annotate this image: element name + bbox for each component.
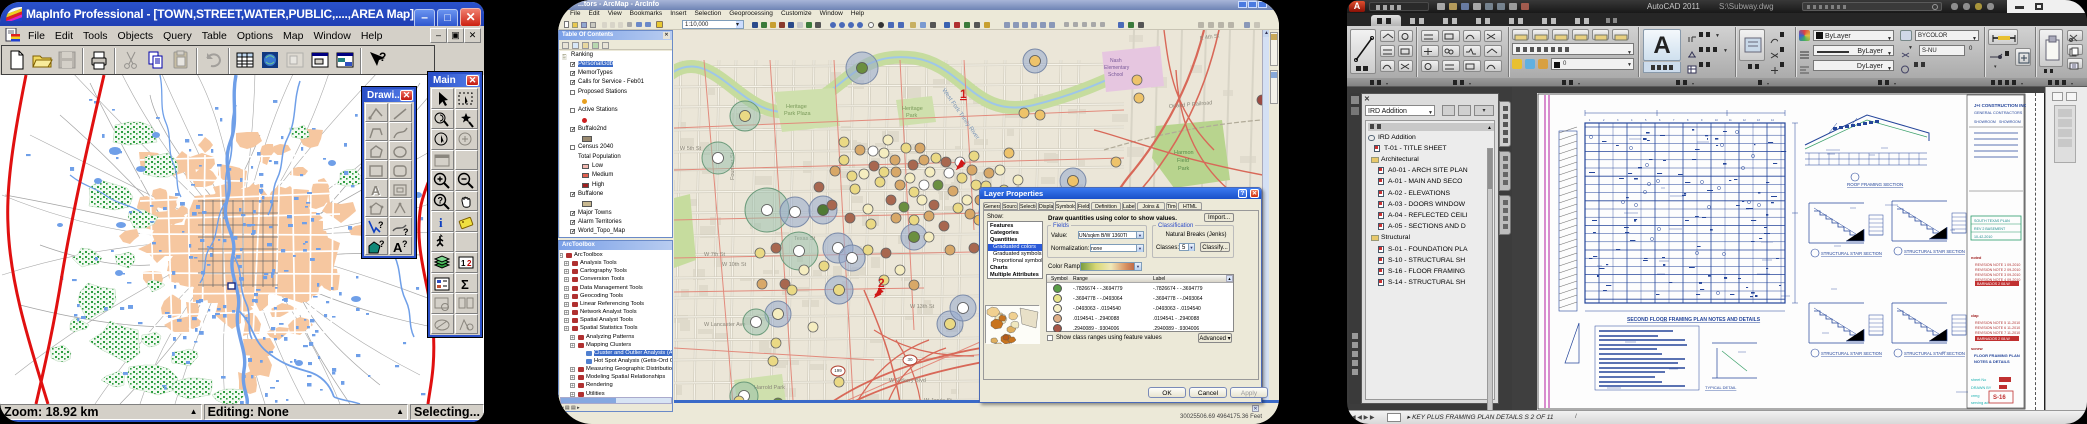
svg-text:noted: noted: [1971, 256, 1982, 260]
svg-text:10-42-2010: 10-42-2010: [1974, 235, 1992, 239]
svg-text:W 7th St: W 7th St: [704, 252, 726, 258]
svg-text:i: i: [439, 215, 443, 230]
svg-text:SHOWROOM: SHOWROOM: [1999, 120, 2021, 124]
svg-text:W 13th St: W 13th St: [910, 304, 935, 310]
svg-text:REVISION NOTE 7 11-2010: REVISION NOTE 7 11-2010: [1975, 331, 2020, 335]
svg-text:REVISION NOTE 3 09-2010: REVISION NOTE 3 09-2010: [1975, 273, 2020, 277]
svg-text:REV 2 BASEMENT: REV 2 BASEMENT: [1974, 227, 2006, 231]
svg-text:SHOWROOM: SHOWROOM: [1974, 120, 1996, 124]
svg-text:FLOOR FRAMING PLAN: FLOOR FRAMING PLAN: [1974, 353, 2020, 358]
svg-text:?: ?: [378, 220, 384, 230]
svg-text:Nash: Nash: [1110, 58, 1122, 64]
svg-text:2: 2: [467, 259, 472, 268]
svg-text:SECOND FLOOR FRAMING PLAN NOTE: SECOND FLOOR FRAMING PLAN NOTES AND DETA…: [1627, 317, 1761, 323]
svg-text:DRAWN BY: DRAWN BY: [1971, 386, 1992, 390]
svg-text:Σ: Σ: [461, 277, 469, 292]
svg-text:Harmon: Harmon: [1174, 150, 1194, 156]
svg-text:STRUCTURAL STAIR SECTION: STRUCTURAL STAIR SECTION: [1821, 351, 1882, 356]
svg-text:BARNADOS 2 08-W: BARNADOS 2 08-W: [1977, 337, 2010, 341]
svg-text:scnew: scnew: [1971, 347, 1983, 351]
svg-text:W 10th St: W 10th St: [722, 262, 747, 268]
svg-text:?: ?: [379, 50, 386, 64]
svg-text:STRUCTURAL STAIR SECTION: STRUCTURAL STAIR SECTION: [1904, 249, 1965, 254]
svg-text:Harrold Park: Harrold Park: [754, 385, 785, 391]
svg-text:Field: Field: [1177, 158, 1189, 164]
svg-text:TYPICAL DETAIL: TYPICAL DETAIL: [1705, 385, 1737, 390]
svg-text:W Vickery Blvd: W Vickery Blvd: [889, 378, 926, 384]
svg-text:?: ?: [438, 195, 444, 205]
svg-text:sheet No: sheet No: [1971, 378, 1986, 382]
svg-text:ROOF FRAMING SECTION: ROOF FRAMING SECTION: [1847, 182, 1903, 187]
svg-text:199: 199: [834, 368, 842, 373]
svg-text:REVISION NOTE 2 09-2010: REVISION NOTE 2 09-2010: [1975, 268, 2020, 272]
svg-text:GENERAL CONTRACTORS: GENERAL CONTRACTORS: [1974, 111, 2023, 115]
svg-text:STRUCTURAL STAIR SECTION: STRUCTURAL STAIR SECTION: [1821, 251, 1882, 256]
svg-text:crmg: crmg: [1971, 394, 1979, 398]
svg-text:SOUTH TEXAS PLAN: SOUTH TEXAS PLAN: [1974, 219, 2010, 223]
svg-text:Park: Park: [906, 113, 918, 119]
svg-text:J+I CONSTRUCTION INC: J+I CONSTRUCTION INC: [1974, 103, 2026, 108]
svg-text:REVISION NOTE 1 09-2010: REVISION NOTE 1 09-2010: [1975, 263, 2020, 267]
svg-text:Heritage: Heritage: [902, 106, 923, 112]
svg-text:30: 30: [907, 357, 913, 362]
svg-text:?: ?: [379, 239, 385, 249]
svg-text:Elementary: Elementary: [1104, 65, 1130, 71]
svg-text:1: 1: [960, 87, 967, 101]
svg-text:clap: clap: [1971, 314, 1979, 318]
svg-text:W 5th St: W 5th St: [680, 146, 702, 152]
svg-text:STRUCTURAL STAIR SECTION: STRUCTURAL STAIR SECTION: [1904, 351, 1965, 356]
svg-text:W Lancaster Ave: W Lancaster Ave: [704, 322, 745, 328]
svg-text:serving ad: serving ad: [1971, 401, 1989, 405]
svg-text:NOTES & DETAILS: NOTES & DETAILS: [1974, 359, 2010, 364]
svg-text:REVISION NOTE 6 11-2010: REVISION NOTE 6 11-2010: [1975, 326, 2020, 330]
svg-text:BARNADOS 2 08-W: BARNADOS 2 08-W: [1977, 282, 2010, 286]
svg-text:REVISION NOTE 5 11-2010: REVISION NOTE 5 11-2010: [1975, 321, 2020, 325]
svg-text:Heritage: Heritage: [786, 104, 807, 110]
svg-text:?: ?: [402, 239, 408, 249]
svg-text:1: 1: [461, 259, 466, 268]
svg-text:School: School: [1108, 72, 1123, 78]
svg-text:A: A: [371, 183, 381, 198]
svg-text:Park: Park: [1178, 166, 1190, 172]
svg-text:S-16: S-16: [1993, 395, 2006, 401]
svg-text:Park Plaza: Park Plaza: [784, 111, 812, 117]
